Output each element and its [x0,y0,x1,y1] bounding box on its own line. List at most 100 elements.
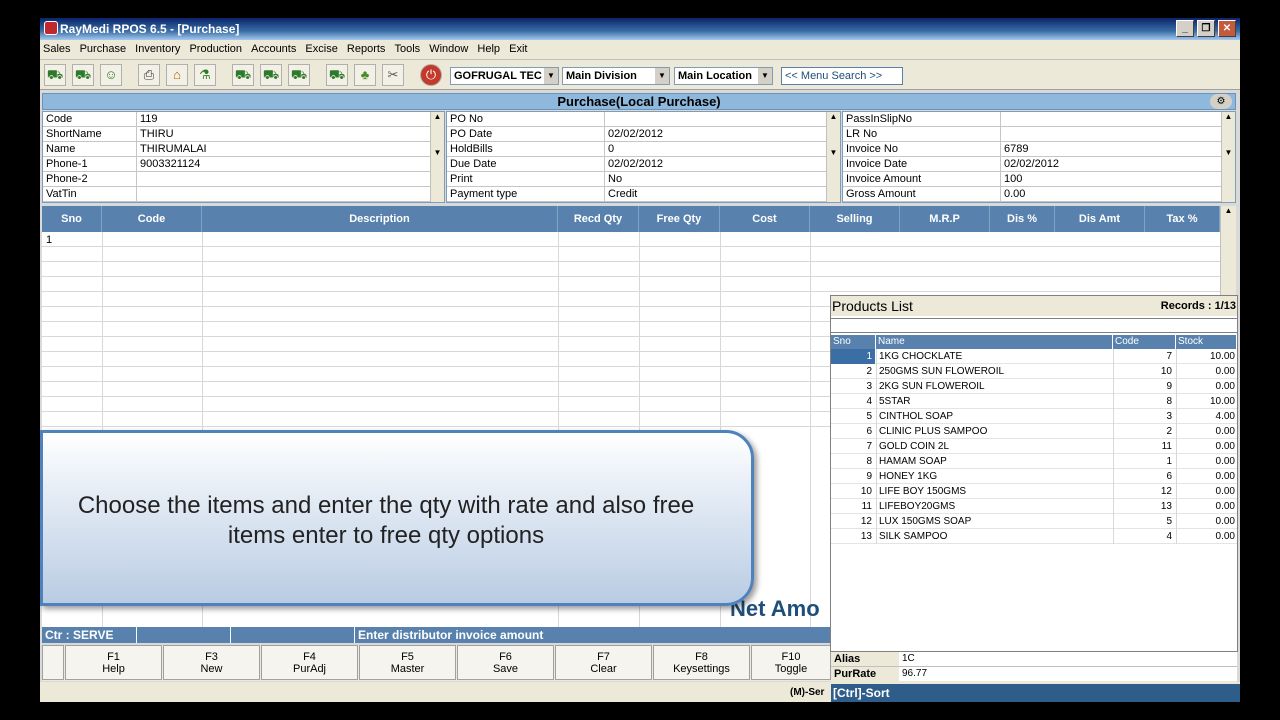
payment-type-field[interactable]: Credit [605,187,637,202]
form-title: Purchase(Local Purchase) [42,93,1236,110]
f5-master-button[interactable]: F5 Master [359,645,456,680]
close-icon[interactable]: ✕ [1218,20,1236,37]
invoice-no-field[interactable]: 6789 [1001,142,1028,157]
f1-help-button[interactable]: F1 Help [65,645,162,680]
fkey-label: New [200,663,223,675]
scrollbar[interactable]: ▲ ▼ [826,112,840,202]
division-select[interactable]: Main Division ▼ [562,67,670,85]
users-icon[interactable]: ☺ [100,64,122,86]
supplier-phone1-field[interactable]: 9003321124 [137,157,200,172]
product-sno: 5 [866,411,872,422]
f7-clear-button[interactable]: F7 Clear [555,645,652,680]
product-name: 5STAR [876,394,1113,409]
print-icon[interactable]: ⎙ [138,64,160,86]
print-field[interactable]: No [605,172,622,187]
scrollbar[interactable]: ▲ ▼ [1221,112,1235,202]
menu-accounts[interactable]: Accounts [248,40,299,55]
purchase-cart-icon[interactable]: ⛟ [72,64,94,86]
product-sno: 1 [831,349,875,364]
field-label: PO Date [447,127,605,142]
minimize-icon[interactable]: _ [1176,20,1194,37]
restore-icon[interactable]: ❐ [1197,20,1215,37]
sales-cart-icon[interactable]: ⛟ [44,64,66,86]
product-stock: 0.00 [1176,454,1237,469]
window-title-bar: RayMedi RPOS 6.5 - [Purchase] [40,18,1240,40]
company-select[interactable]: GOFRUGAL TEC ▼ [450,67,559,85]
house-icon[interactable]: ⌂ [166,64,188,86]
menu-help[interactable]: Help [474,40,503,55]
product-stock: 0.00 [1176,439,1237,454]
menu-exit[interactable]: Exit [506,40,530,55]
f10-toggle-button[interactable]: F10 Toggle [751,645,831,680]
fkey-key: F5 [401,651,414,663]
product-sno: 10 [860,486,872,497]
product-row[interactable]: 3 2KG SUN FLOWEROIL 9 0.00 [831,379,1237,394]
lr-no-field[interactable] [1001,127,1004,142]
power-icon[interactable]: ⏻ [420,64,442,86]
f6-save-button[interactable]: F6 Save [457,645,554,680]
menu-window[interactable]: Window [426,40,471,55]
product-row[interactable]: 12 LUX 150GMS SOAP 5 0.00 [831,514,1237,529]
po-date-field[interactable]: 02/02/2012 [605,127,663,142]
product-row[interactable]: 2 250GMS SUN FLOWEROIL 10 0.00 [831,364,1237,379]
product-row[interactable]: 4 5STAR 8 10.00 [831,394,1237,409]
product-row[interactable]: 7 GOLD COIN 2L 11 0.00 [831,439,1237,454]
supplier-vattin-field[interactable] [137,187,140,202]
products-header: Sno Name Code Stock [831,335,1237,349]
product-row[interactable]: 11 LIFEBOY20GMS 13 0.00 [831,499,1237,514]
due-date-field[interactable]: 02/02/2012 [605,157,663,172]
supplier-shortname-field[interactable]: THIRU [137,127,174,142]
settings-icon[interactable]: ⚙ [1210,94,1232,109]
invoice-date-field[interactable]: 02/02/2012 [1001,157,1059,172]
product-code: 11 [1113,439,1176,454]
col-dis-amt: Dis Amt [1055,206,1145,232]
col-sno: Sno [831,335,876,349]
product-sno: 4 [866,396,872,407]
grid-scrollbar[interactable]: ▲ [1220,206,1236,296]
scrollbar[interactable]: ▲ ▼ [430,112,444,202]
menu-search-input[interactable]: << Menu Search >> [781,67,903,85]
product-row[interactable]: 10 LIFE BOY 150GMS 12 0.00 [831,484,1237,499]
product-name: LIFE BOY 150GMS [876,484,1113,499]
fkey-key: F8 [695,651,708,663]
cart-add-icon[interactable]: ⛟ [232,64,254,86]
menu-production[interactable]: Production [186,40,245,55]
menu-tools[interactable]: Tools [391,40,423,55]
f8-keysettings-button[interactable]: F8 Keysettings [653,645,750,680]
bottle-icon[interactable]: ⚗ [194,64,216,86]
search-hint: (M)-Ser [790,687,825,698]
holdbills-field[interactable]: 0 [605,142,614,157]
menu-purchase[interactable]: Purchase [77,40,129,55]
cart-report-icon[interactable]: ⛟ [326,64,348,86]
menu-reports[interactable]: Reports [344,40,389,55]
supplier-name-field[interactable]: THIRUMALAI [137,142,207,157]
menu-inventory[interactable]: Inventory [132,40,183,55]
product-row[interactable]: 13 SILK SAMPOO 4 0.00 [831,529,1237,544]
products-filter-input[interactable] [831,318,1237,333]
f4-puradj-button[interactable]: F4 PurAdj [261,645,358,680]
supplier-code-field[interactable]: 119 [137,112,158,127]
tools-icon[interactable]: ✂ [382,64,404,86]
product-row[interactable]: 1 1KG CHOCKLATE 7 10.00 [831,349,1237,364]
fkey-spacer [42,645,64,680]
supplier-phone2-field[interactable] [137,172,140,187]
passinslip-field[interactable] [1001,112,1004,127]
product-row[interactable]: 5 CINTHOL SOAP 3 4.00 [831,409,1237,424]
menu-sales[interactable]: Sales [40,40,74,55]
field-label: PassInSlipNo [843,112,1001,127]
cart-list-icon[interactable]: ⛟ [288,64,310,86]
product-row[interactable]: 8 HAMAM SOAP 1 0.00 [831,454,1237,469]
product-row[interactable]: 6 CLINIC PLUS SAMPOO 2 0.00 [831,424,1237,439]
product-row[interactable]: 9 HONEY 1KG 6 0.00 [831,469,1237,484]
col-sno: Sno [42,206,102,232]
gross-amount-field: 0.00 [1004,188,1026,200]
f3-new-button[interactable]: F3 New [163,645,260,680]
field-label: PO No [447,112,605,127]
invoice-amount-field[interactable]: 100 [1001,172,1022,187]
location-select[interactable]: Main Location ▼ [674,67,773,85]
menu-excise[interactable]: Excise [302,40,340,55]
po-no-field[interactable] [605,112,608,127]
cart-edit-icon[interactable]: ⛟ [260,64,282,86]
tree-icon[interactable]: ♣ [354,64,376,86]
sort-hint-bar: [Ctrl]-Sort [831,684,1240,702]
